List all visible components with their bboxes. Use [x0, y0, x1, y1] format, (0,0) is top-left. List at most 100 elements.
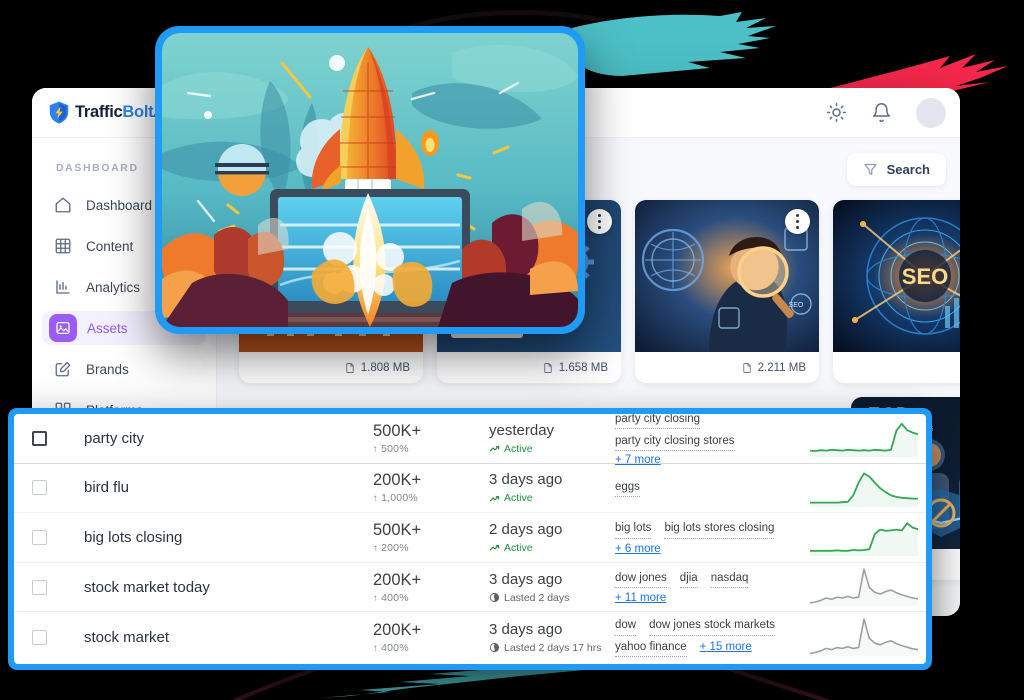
- trend-status: Lasted 2 days 17 hrs: [489, 642, 615, 654]
- asset-size: 2.211 MB: [757, 361, 806, 374]
- trend-breakdown-cell: party city closing party city closing st…: [615, 414, 810, 466]
- keyword-chip[interactable]: djia: [679, 570, 698, 589]
- row-checkbox[interactable]: [32, 430, 47, 446]
- keyword-chip[interactable]: big lots stores closing: [664, 520, 775, 539]
- rocket-illustration: [162, 33, 578, 327]
- sparkline-chart: [810, 522, 918, 557]
- trend-breakdown-cell: dow dow jones stock markets yahoo financ…: [615, 617, 810, 657]
- keyword-chip[interactable]: big lots: [615, 520, 652, 539]
- growth-rate: ↑ 1,000%: [373, 492, 418, 505]
- growth-rate: ↑ 400%: [373, 591, 409, 604]
- sparkline-chart: [810, 568, 918, 607]
- up-arrow-icon: ↑: [373, 592, 378, 604]
- asset-size: 1.658 MB: [558, 361, 608, 374]
- search-volume: 500K+: [373, 421, 422, 440]
- search-volume-cell: 200K+ ↑ 1,000%: [369, 471, 489, 504]
- sparkline-chart: [810, 618, 918, 657]
- rocket-illustration-card: [155, 26, 585, 334]
- sparkline-chart: [810, 423, 918, 458]
- keyword-chip[interactable]: yahoo finance: [615, 639, 687, 657]
- asset-thumbnail: SEO: [635, 200, 819, 352]
- search-volume-cell: 500K+ ↑ 200%: [369, 521, 489, 554]
- keyword-line: eggs: [615, 479, 802, 498]
- sidebar-item-label: Brands: [86, 361, 129, 377]
- started-cell: yesterday Active: [489, 422, 615, 455]
- row-select-cell: [32, 629, 84, 645]
- grid-icon: [54, 237, 72, 255]
- growth-rate: ↑ 400%: [373, 641, 409, 654]
- keyword-chip[interactable]: eggs: [615, 479, 640, 498]
- bell-icon[interactable]: [871, 102, 892, 123]
- trend-sparkline: [810, 469, 918, 507]
- sparkline-chart: [810, 472, 918, 507]
- top-bar-actions: [826, 97, 960, 128]
- avatar[interactable]: [916, 97, 946, 128]
- asset-menu-button[interactable]: [785, 209, 810, 234]
- keyword-more-line: + 7 more: [615, 454, 802, 466]
- trend-term: party city: [84, 429, 145, 447]
- row-checkbox[interactable]: [32, 480, 47, 496]
- sidebar-item-label: Analytics: [86, 279, 141, 295]
- more-keywords-link[interactable]: + 6 more: [615, 543, 661, 555]
- keyword-line: dow jones djia nasdaq + 11 more: [615, 570, 802, 604]
- trend-breakdown-cell: dow jones djia nasdaq + 11 more: [615, 570, 810, 604]
- asset-meta: 1.658 MB: [437, 352, 621, 383]
- more-keywords-link[interactable]: + 7 more: [615, 454, 661, 466]
- trending-up-icon: [489, 495, 500, 502]
- row-checkbox[interactable]: [32, 529, 47, 545]
- sidebar-item-brands[interactable]: Brands: [42, 352, 206, 386]
- bar-chart-icon: [54, 278, 72, 296]
- asset-meta: 1.8: [833, 352, 960, 383]
- screenshot-stage: TrafficBoltAI DASHBOARD Das: [0, 0, 1024, 700]
- shield-bolt-icon: [49, 101, 69, 124]
- more-keywords-link[interactable]: + 15 more: [700, 641, 752, 653]
- trend-sparkline: [810, 618, 918, 657]
- started-time: yesterday: [489, 421, 555, 439]
- trend-sparkline: [810, 568, 918, 607]
- sidebar-item-label: Assets: [87, 320, 128, 336]
- brush-stroke-teal: [570, 12, 776, 76]
- table-row[interactable]: bird flu 200K+ ↑ 1,000% 3 days ago Activ…: [14, 464, 926, 514]
- keyword-chip[interactable]: dow jones: [615, 570, 667, 589]
- trending-up-icon: [489, 545, 500, 551]
- sun-icon[interactable]: [826, 102, 847, 123]
- svg-text:SEO: SEO: [902, 264, 948, 289]
- brand-primary: Traffic: [75, 103, 123, 121]
- trend-sparkline: [810, 518, 918, 557]
- trends-table-card: party city 500K+ ↑ 500% yesterday Active…: [8, 408, 932, 670]
- asset-size: 1.808 MB: [360, 361, 410, 374]
- file-icon: [742, 362, 751, 373]
- keyword-chip[interactable]: party city closing: [615, 414, 701, 429]
- row-select-cell: [32, 529, 84, 545]
- sidebar-item-label: Dashboard: [86, 197, 153, 213]
- asset-card[interactable]: SEO 2.211 MB: [635, 200, 819, 383]
- row-checkbox[interactable]: [32, 579, 47, 595]
- brand-text: TrafficBoltAI: [75, 103, 168, 122]
- keyword-chip[interactable]: nasdaq: [710, 570, 749, 589]
- table-row[interactable]: stock market 200K+ ↑ 400% 3 days ago Las…: [14, 612, 926, 662]
- more-keywords-link[interactable]: + 11 more: [615, 592, 666, 604]
- table-row[interactable]: stock market today 200K+ ↑ 400% 3 days a…: [14, 563, 926, 613]
- table-row[interactable]: big lots closing 500K+ ↑ 200% 2 days ago…: [14, 513, 926, 563]
- keyword-chip[interactable]: dow: [615, 617, 637, 636]
- started-time: 2 days ago: [489, 520, 563, 538]
- search-filter-button[interactable]: Search: [846, 152, 946, 186]
- home-icon: [54, 196, 72, 214]
- asset-thumbnail: SEO: [833, 200, 960, 352]
- asset-menu-button[interactable]: [587, 209, 612, 234]
- search-volume-cell: 500K+ ↑ 500%: [369, 422, 489, 455]
- started-cell: 3 days ago Active: [489, 471, 615, 504]
- row-checkbox[interactable]: [32, 629, 47, 645]
- keyword-chip[interactable]: party city closing stores: [615, 433, 735, 452]
- trend-status: Active: [489, 443, 615, 455]
- sidebar-item-label: Content: [86, 238, 134, 254]
- started-cell: 3 days ago Lasted 2 days 17 hrs: [489, 621, 615, 654]
- up-arrow-icon: ↑: [373, 642, 378, 654]
- table-row[interactable]: party city 500K+ ↑ 500% yesterday Active…: [14, 414, 926, 466]
- clock-icon: [489, 643, 500, 653]
- file-icon: [544, 362, 552, 373]
- asset-card[interactable]: SEO 1.8: [833, 200, 960, 383]
- asset-meta: 1.808 MB: [239, 352, 423, 383]
- file-icon: [346, 362, 354, 373]
- keyword-chip[interactable]: dow jones stock markets: [649, 617, 776, 636]
